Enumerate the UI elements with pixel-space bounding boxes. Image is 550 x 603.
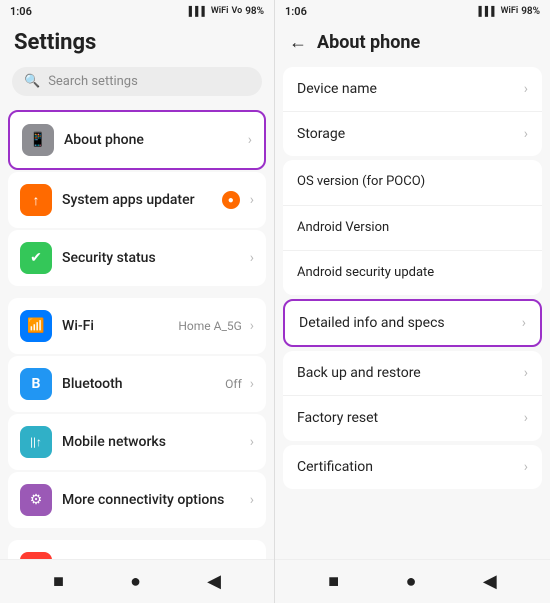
left-panel: 1:06 ▌▌▌ WiFi Vo 98% Settings 🔍 Search s… <box>0 0 275 603</box>
system-apps-chevron: › <box>250 192 254 208</box>
settings-item-system-apps[interactable]: ↑ System apps updater ● › <box>8 172 266 228</box>
settings-item-security[interactable]: ✔ Security status › <box>8 230 266 286</box>
certification-item[interactable]: Certification › <box>283 445 542 489</box>
bluetooth-chevron: › <box>250 376 254 392</box>
settings-item-more-connectivity[interactable]: ⚙ More connectivity options › <box>8 472 266 528</box>
about-phone-text: About phone <box>64 131 244 149</box>
lock-screen-icon: 🔒 <box>20 552 52 559</box>
wifi-text: Wi-Fi <box>62 317 178 335</box>
right-panel-title: About phone <box>317 32 420 53</box>
info-section: OS version (for POCO) Android Version An… <box>283 160 542 295</box>
status-bar-right: 1:06 ▌▌▌ WiFi 98% <box>275 0 550 22</box>
right-signal-icon: ▌▌▌ <box>479 6 498 17</box>
mobile-networks-chevron: › <box>250 434 254 450</box>
android-version-item: Android Version <box>283 206 542 251</box>
wifi-icon: WiFi <box>211 6 229 16</box>
right-nav-bar: ■ ● ◀ <box>275 559 550 603</box>
data-icon: Vo <box>231 6 242 16</box>
settings-item-bluetooth[interactable]: B Bluetooth Off › <box>8 356 266 412</box>
security-icon: ✔ <box>20 242 52 274</box>
settings-title: Settings <box>0 22 274 59</box>
device-section: Device name › Storage › <box>283 67 542 156</box>
left-nav-circle[interactable]: ● <box>130 571 141 592</box>
search-placeholder: Search settings <box>48 74 138 89</box>
search-icon: 🔍 <box>24 74 40 89</box>
about-phone-icon: 📱 <box>22 124 54 156</box>
settings-item-lock-screen[interactable]: 🔒 Lock screen › <box>8 540 266 559</box>
bluetooth-value: Off <box>225 377 242 391</box>
right-nav-back[interactable]: ◀ <box>483 571 497 592</box>
os-version-item: OS version (for POCO) <box>283 160 542 205</box>
time-left: 1:06 <box>10 5 32 18</box>
time-right: 1:06 <box>285 5 307 18</box>
wifi-value: Home A_5G <box>178 319 241 333</box>
status-icons-left: ▌▌▌ WiFi Vo 98% <box>189 6 264 17</box>
back-button[interactable]: ← <box>289 32 307 53</box>
left-nav-bar: ■ ● ◀ <box>0 559 274 603</box>
left-nav-square[interactable]: ■ <box>53 571 64 592</box>
bluetooth-text: Bluetooth <box>62 375 225 393</box>
more-connectivity-icon: ⚙ <box>20 484 52 516</box>
left-nav-back[interactable]: ◀ <box>207 571 221 592</box>
system-apps-text: System apps updater <box>62 191 222 209</box>
wifi-item-icon: 📶 <box>20 310 52 342</box>
detailed-info-item[interactable]: Detailed info and specs › <box>285 301 540 345</box>
settings-item-mobile-networks[interactable]: ||↑ Mobile networks › <box>8 414 266 470</box>
more-connectivity-chevron: › <box>250 492 254 508</box>
about-phone-chevron: › <box>248 132 252 148</box>
security-chevron: › <box>250 250 254 266</box>
right-header: ← About phone <box>275 22 550 59</box>
backup-section: Back up and restore › Factory reset › <box>283 351 542 440</box>
wifi-chevron: › <box>250 318 254 334</box>
system-apps-icon: ↑ <box>20 184 52 216</box>
more-connectivity-text: More connectivity options <box>62 491 246 509</box>
status-bar-left: 1:06 ▌▌▌ WiFi Vo 98% <box>0 0 274 22</box>
factory-reset-item[interactable]: Factory reset › <box>283 396 542 440</box>
search-bar[interactable]: 🔍 Search settings <box>12 67 262 96</box>
right-wifi-icon: WiFi <box>501 6 519 16</box>
storage-item[interactable]: Storage › <box>283 112 542 156</box>
battery-left: 98% <box>245 6 264 17</box>
right-nav-circle[interactable]: ● <box>406 571 417 592</box>
mobile-networks-icon: ||↑ <box>20 426 52 458</box>
right-battery: 98% <box>521 6 540 17</box>
signal-icon: ▌▌▌ <box>189 6 208 17</box>
bluetooth-icon: B <box>20 368 52 400</box>
settings-item-wifi[interactable]: 📶 Wi-Fi Home A_5G › <box>8 298 266 354</box>
security-text: Security status <box>62 249 246 267</box>
system-apps-badge: ● <box>222 191 240 209</box>
right-nav-square[interactable]: ■ <box>328 571 339 592</box>
settings-list: 📱 About phone › ↑ System apps updater ● … <box>0 104 274 559</box>
android-security-item: Android security update <box>283 251 542 295</box>
mobile-networks-text: Mobile networks <box>62 433 246 451</box>
right-panel: 1:06 ▌▌▌ WiFi 98% ← About phone Device n… <box>275 0 550 603</box>
detailed-info-section[interactable]: Detailed info and specs › <box>283 299 542 347</box>
right-list: Device name › Storage › OS version (for … <box>275 59 550 559</box>
certification-section: Certification › <box>283 445 542 489</box>
status-icons-right: ▌▌▌ WiFi 98% <box>479 6 540 17</box>
settings-item-about-phone[interactable]: 📱 About phone › <box>8 110 266 170</box>
backup-restore-item[interactable]: Back up and restore › <box>283 351 542 396</box>
device-name-item[interactable]: Device name › <box>283 67 542 112</box>
